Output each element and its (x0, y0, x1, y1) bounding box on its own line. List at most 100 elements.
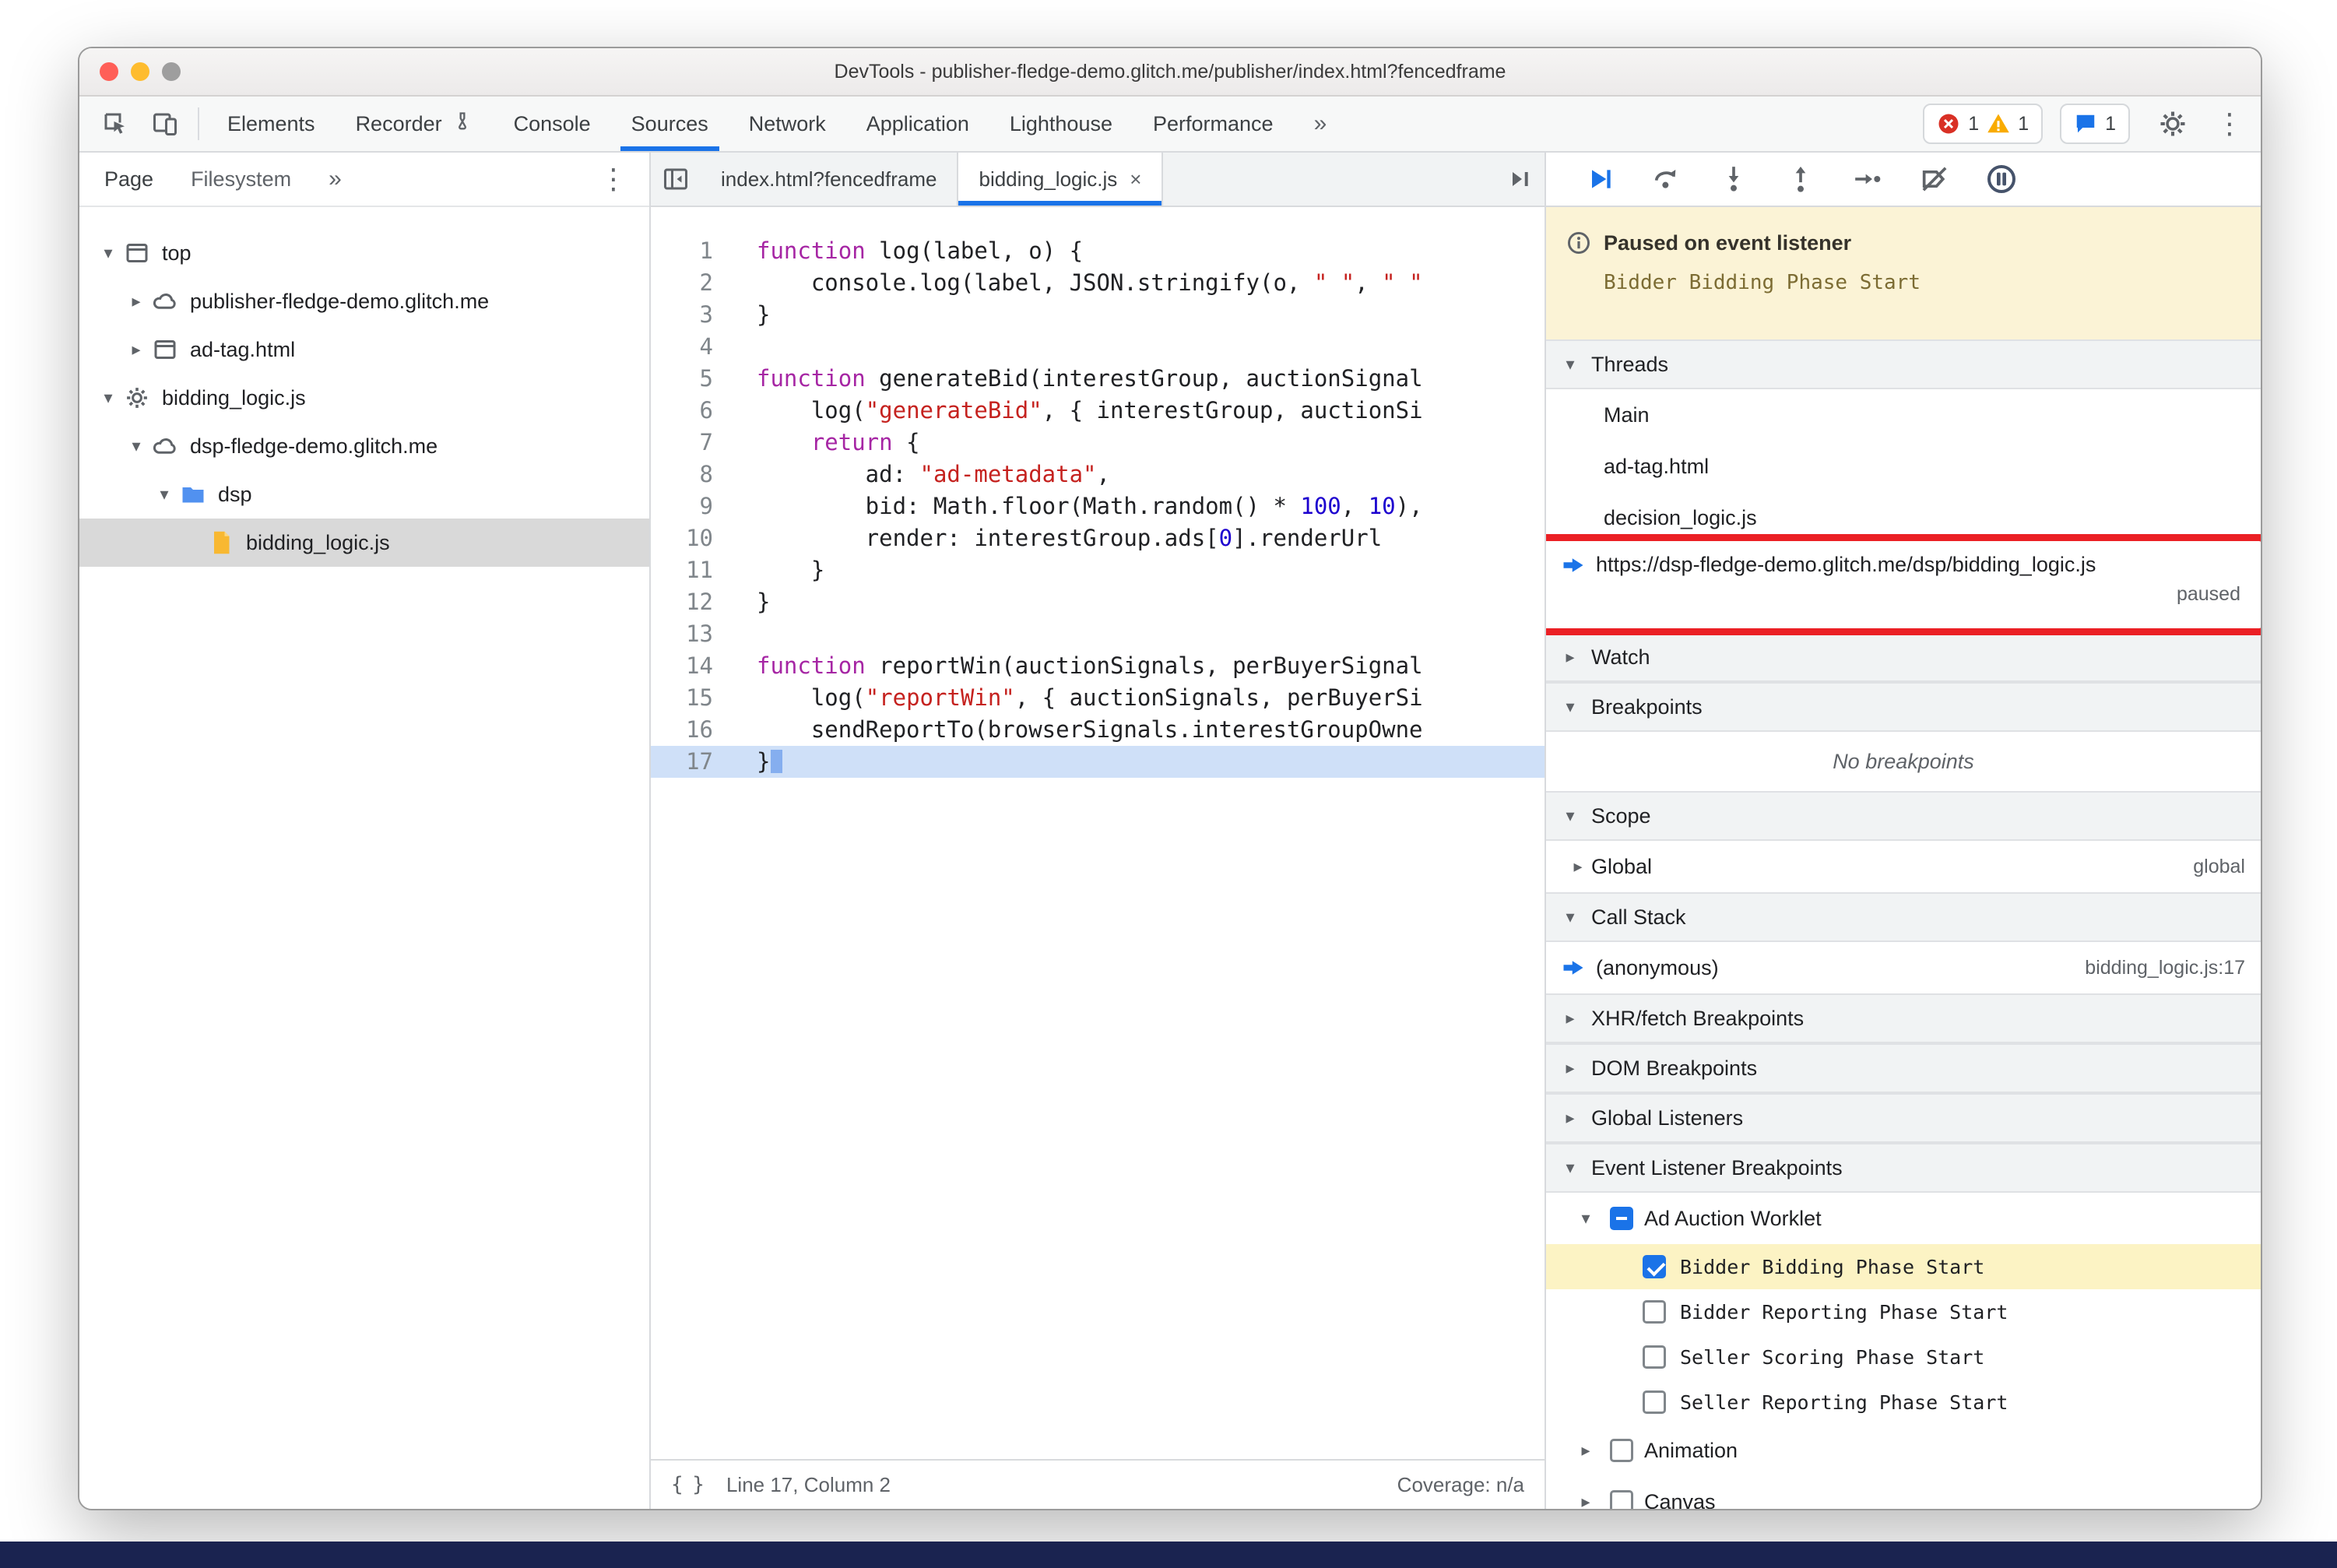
tab-recorder[interactable]: Recorder (336, 97, 494, 151)
thread-item-main[interactable]: Main (1546, 389, 2261, 441)
elb-item-bidder-bidding-phase-start[interactable]: Bidder Bidding Phase Start (1546, 1244, 2261, 1289)
code-editor[interactable]: 1 function log(label, o) {2 console.log(l… (651, 207, 1545, 1459)
code-line-4[interactable]: 4 (651, 331, 1545, 363)
issues-button[interactable]: 1 (2060, 104, 2130, 144)
chevron-right-icon[interactable]: ▸ (123, 340, 149, 360)
threads-section-header[interactable]: ▾ Threads (1546, 339, 2261, 389)
thread-item-ad-tag-html[interactable]: ad-tag.html (1546, 441, 2261, 492)
code-line-14[interactable]: 14 function reportWin(auctionSignals, per… (651, 650, 1545, 682)
navigator-menu-kebab-icon[interactable]: ⋮ (584, 163, 643, 195)
elb-item-bidder-reporting-phase-start[interactable]: Bidder Reporting Phase Start (1546, 1289, 2261, 1334)
tree-item-dsp-fledge-demo-glitch-me[interactable]: ▾ dsp-fledge-demo.glitch.me (79, 422, 649, 470)
thread-item-decision-logic-js[interactable]: decision_logic.js (1546, 492, 2261, 543)
code-line-9[interactable]: 9 bid: Math.floor(Math.random() * 100, 1… (651, 490, 1545, 522)
chevron-down-icon[interactable]: ▾ (123, 437, 149, 456)
chevron-right-icon[interactable]: ▸ (123, 292, 149, 311)
category-checkbox[interactable] (1610, 1439, 1633, 1462)
category-checkbox[interactable] (1610, 1490, 1633, 1509)
more-tabs-button[interactable]: » (1294, 97, 1348, 151)
code-line-16[interactable]: 16 sendReportTo(browserSignals.interestG… (651, 714, 1545, 746)
navigator-toggle-icon[interactable] (651, 153, 701, 206)
tree-item-bidding-logic-js[interactable]: bidding_logic.js (79, 519, 649, 567)
tab-performance[interactable]: Performance (1133, 97, 1294, 151)
thread-item-current[interactable]: https://dsp-fledge-demo.glitch.me/dsp/bi… (1546, 534, 2261, 635)
inspect-icon[interactable] (90, 97, 140, 151)
code-line-13[interactable]: 13 (651, 618, 1545, 650)
breakpoint-checkbox[interactable] (1643, 1390, 1666, 1414)
step-over-icon[interactable] (1633, 153, 1700, 206)
scope-item-global[interactable]: ▸ Global global (1546, 841, 2261, 892)
tab-application[interactable]: Application (846, 97, 989, 151)
code-line-6[interactable]: 6 log("generateBid", { interestGroup, au… (651, 395, 1545, 427)
breakpoint-checkbox[interactable] (1643, 1300, 1666, 1324)
chevron-down-icon[interactable]: ▾ (151, 485, 177, 505)
call-stack-frame[interactable]: (anonymous) bidding_logic.js:17 (1546, 942, 2261, 993)
code-line-12[interactable]: 12} (651, 586, 1545, 618)
resume-icon[interactable] (1566, 153, 1633, 206)
sidebar-tab-page[interactable]: Page (86, 153, 172, 206)
close-window-button[interactable] (100, 62, 118, 81)
tree-item-dsp[interactable]: ▾ dsp (79, 470, 649, 519)
editor-tab-bidding-logic-js[interactable]: bidding_logic.js × (958, 153, 1164, 206)
zoom-window-button[interactable] (162, 62, 181, 81)
chevron-down-icon[interactable]: ▾ (1573, 1209, 1599, 1229)
sidebar-tab-filesystem[interactable]: Filesystem (172, 153, 310, 206)
global-listeners-section-header[interactable]: ▸ Global Listeners (1546, 1093, 2261, 1143)
call-stack-section-header[interactable]: ▾ Call Stack (1546, 892, 2261, 942)
scope-section-header[interactable]: ▾ Scope (1546, 791, 2261, 841)
pause-on-exceptions-icon[interactable] (1968, 153, 2035, 206)
xhr-breakpoints-section-header[interactable]: ▸ XHR/fetch Breakpoints (1546, 993, 2261, 1043)
chevron-down-icon[interactable]: ▾ (95, 244, 121, 263)
code-line-15[interactable]: 15 log("reportWin", { auctionSignals, pe… (651, 682, 1545, 714)
elb-category-canvas[interactable]: ▸ Canvas (1546, 1476, 2261, 1509)
main-menu-kebab-icon[interactable]: ⋮ (2216, 108, 2244, 140)
dom-breakpoints-section-header[interactable]: ▸ DOM Breakpoints (1546, 1043, 2261, 1093)
step-out-icon[interactable] (1767, 153, 1834, 206)
tab-elements[interactable]: Elements (207, 97, 336, 151)
code-line-11[interactable]: 11 } (651, 554, 1545, 586)
breakpoint-checkbox[interactable] (1643, 1345, 1666, 1369)
tab-lighthouse[interactable]: Lighthouse (989, 97, 1133, 151)
chevron-down-icon[interactable]: ▾ (95, 388, 121, 408)
tree-item-top[interactable]: ▾ top (79, 229, 649, 277)
pretty-print-button[interactable]: { } (671, 1473, 705, 1496)
code-line-1[interactable]: 1 function log(label, o) { (651, 235, 1545, 267)
category-checkbox[interactable] (1610, 1207, 1633, 1230)
close-tab-icon[interactable]: × (1130, 167, 1141, 192)
tree-item-bidding-logic-js[interactable]: ▾ bidding_logic.js (79, 374, 649, 422)
code-line-3[interactable]: 3} (651, 299, 1545, 331)
tab-network[interactable]: Network (729, 97, 846, 151)
line-number: 10 (686, 525, 713, 551)
step-into-icon[interactable] (1700, 153, 1767, 206)
chevron-right-icon[interactable]: ▸ (1565, 857, 1591, 877)
elb-item-seller-reporting-phase-start[interactable]: Seller Reporting Phase Start (1546, 1380, 2261, 1425)
tree-item-publisher-fledge-demo-glitch-me[interactable]: ▸ publisher-fledge-demo.glitch.me (79, 277, 649, 325)
tab-sources[interactable]: Sources (611, 97, 729, 151)
editor-tab-index-html-fencedframe[interactable]: index.html?fencedframe (701, 153, 959, 206)
console-summary-button[interactable]: 1 1 (1923, 104, 2044, 144)
code-line-17[interactable]: 17} (651, 746, 1545, 778)
code-line-10[interactable]: 10 render: interestGroup.ads[0].renderUr… (651, 522, 1545, 554)
panel-toggle-icon[interactable] (1495, 153, 1545, 206)
chevron-right-icon[interactable]: ▸ (1573, 1492, 1599, 1510)
step-icon[interactable] (1834, 153, 1901, 206)
tab-console[interactable]: Console (494, 97, 611, 151)
settings-gear-icon[interactable] (2147, 109, 2198, 139)
elb-item-seller-scoring-phase-start[interactable]: Seller Scoring Phase Start (1546, 1334, 2261, 1380)
breakpoint-checkbox[interactable] (1643, 1255, 1666, 1278)
device-toolbar-icon[interactable] (140, 97, 190, 151)
tree-item-ad-tag-html[interactable]: ▸ ad-tag.html (79, 325, 649, 374)
more-navigator-tabs-button[interactable]: » (310, 166, 360, 192)
code-line-2[interactable]: 2 console.log(label, JSON.stringify(o, "… (651, 267, 1545, 299)
elb-category-ad-auction-worklet[interactable]: ▾ Ad Auction Worklet (1546, 1193, 2261, 1244)
elb-category-animation[interactable]: ▸ Animation (1546, 1425, 2261, 1476)
watch-section-header[interactable]: ▸ Watch (1546, 632, 2261, 682)
event-listener-breakpoints-section-header[interactable]: ▾ Event Listener Breakpoints (1546, 1143, 2261, 1193)
chevron-right-icon[interactable]: ▸ (1573, 1441, 1599, 1461)
breakpoints-section-header[interactable]: ▾ Breakpoints (1546, 682, 2261, 732)
deactivate-breakpoints-icon[interactable] (1901, 153, 1968, 206)
code-line-8[interactable]: 8 ad: "ad-metadata", (651, 459, 1545, 490)
code-line-7[interactable]: 7 return { (651, 427, 1545, 459)
code-line-5[interactable]: 5 function generateBid(interestGroup, auc… (651, 363, 1545, 395)
minimize-window-button[interactable] (131, 62, 149, 81)
